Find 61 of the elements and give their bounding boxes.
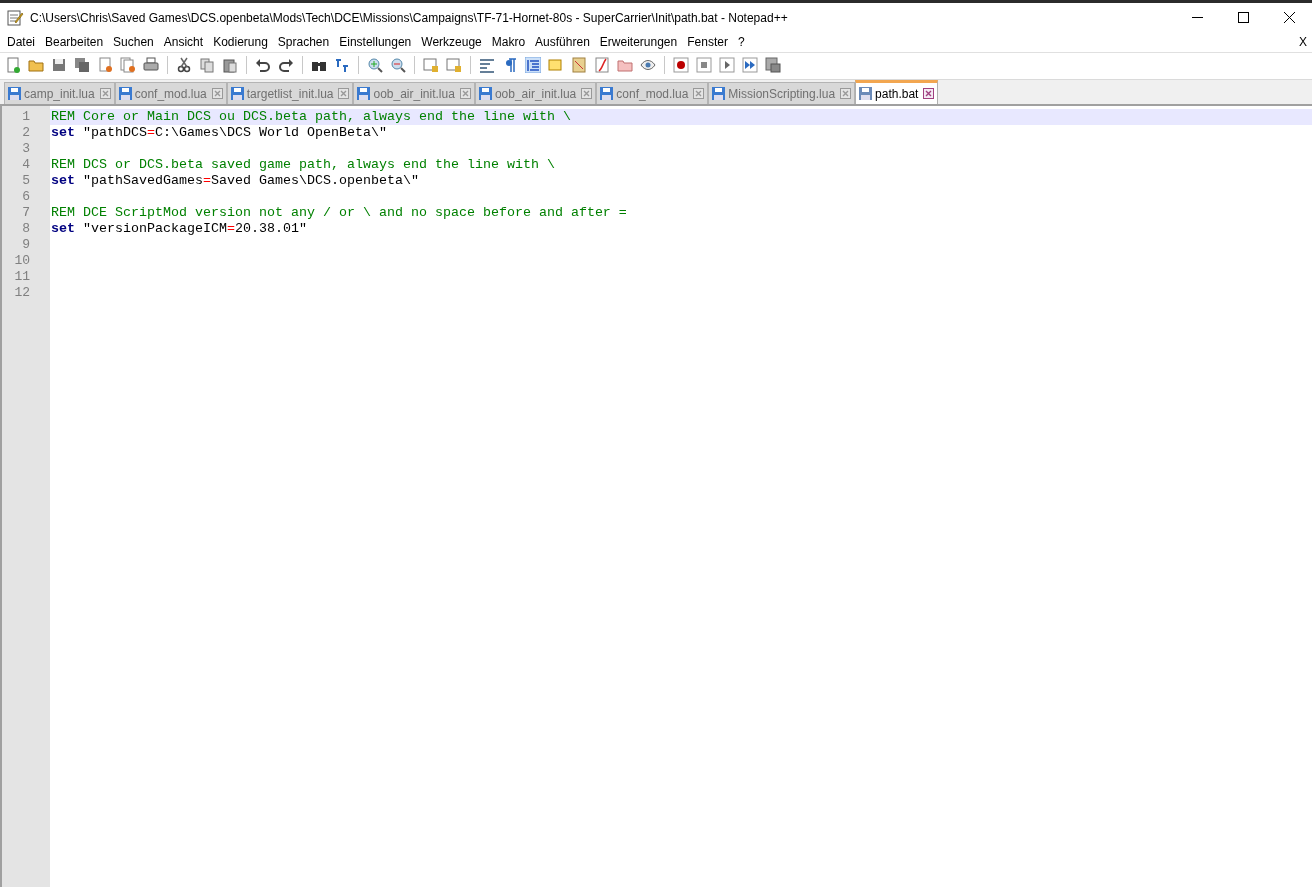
menu-item[interactable]: Erweiterungen <box>594 33 683 51</box>
clipboard-icon[interactable] <box>222 56 238 73</box>
word-wrap-icon[interactable] <box>479 56 495 73</box>
menu-item[interactable]: Makro <box>486 33 531 51</box>
copy-icon[interactable] <box>199 56 215 73</box>
maximize-icon[interactable] <box>1237 12 1249 23</box>
code-line: REM DCE ScriptMod version not any / or \ and no space before and after = <box>51 205 627 220</box>
line-number: 5 <box>21 173 31 189</box>
file-tab[interactable]: oob_air_init.lua <box>353 82 475 104</box>
line-number: 9 <box>21 237 31 253</box>
scissors-icon[interactable] <box>176 56 192 73</box>
menu-item[interactable]: ? <box>732 33 750 51</box>
minimize-icon[interactable] <box>1191 17 1203 18</box>
line-number: 10 <box>13 253 31 269</box>
menu-item[interactable]: Ansicht <box>158 33 209 51</box>
printer-icon[interactable] <box>143 56 159 73</box>
menu-item[interactable]: Datei <box>2 33 40 51</box>
code-line: REM Core or Main DCS ou DCS.beta path, always end the line with \ <box>51 109 571 124</box>
close-icon[interactable] <box>1283 12 1295 23</box>
new-file-icon[interactable] <box>5 56 21 73</box>
zoom-in-icon[interactable] <box>367 56 383 73</box>
menu-item[interactable]: Werkzeuge <box>416 33 487 51</box>
code-line: set "versionPackageICM=20.38.01" <box>51 221 307 236</box>
close-document-button[interactable]: X <box>1299 33 1307 51</box>
zoom-out-icon[interactable] <box>390 56 406 73</box>
line-number: 4 <box>21 157 31 173</box>
stop-icon[interactable] <box>696 56 712 73</box>
line-number: 8 <box>21 221 31 237</box>
file-tab[interactable]: camp_init.lua <box>4 82 115 104</box>
file-tab[interactable]: conf_mod.lua <box>596 82 709 104</box>
menu-item[interactable]: Suchen <box>108 33 159 51</box>
line-number: 1 <box>21 109 31 125</box>
line-number: 7 <box>21 205 31 221</box>
window-title: C:\Users\Chris\Saved Games\DCS.openbeta\Mods\Tech\DCE\Missions\Campaigns\TF-71-Hornet-80s - SuperCarrier\Init\path.bat - Notepad++ <box>30 9 788 27</box>
close-all-icon[interactable] <box>120 56 136 73</box>
play-icon[interactable] <box>719 56 735 73</box>
file-tab[interactable]: conf_mod.lua <box>114 82 227 104</box>
line-number: 12 <box>13 285 31 301</box>
menu-item[interactable]: Bearbeiten <box>40 33 109 51</box>
menu-item[interactable]: Einstellungen <box>334 33 417 51</box>
file-tab[interactable]: oob_air_init.lua <box>474 82 597 104</box>
menu-item[interactable]: Sprachen <box>272 33 335 51</box>
file-tab[interactable]: path.bat <box>855 80 939 104</box>
file-tab[interactable]: targetlist_init.lua <box>226 82 354 104</box>
line-number: 2 <box>21 125 31 141</box>
code-line: REM DCS or DCS.beta saved game path, always end the line with \ <box>51 157 555 172</box>
redo-icon[interactable] <box>278 56 294 73</box>
notepad-icon <box>6 8 24 27</box>
code-line: set "pathSavedGames=Saved Games\DCS.openbeta\" <box>51 173 419 188</box>
indent-guide-icon[interactable] <box>525 56 541 73</box>
fast-forward-icon[interactable] <box>742 56 758 73</box>
file-tab[interactable]: MissionScripting.lua <box>708 82 856 104</box>
line-number: 3 <box>21 141 31 157</box>
menu-item[interactable]: Ausführen <box>530 33 595 51</box>
record-icon[interactable] <box>673 56 689 73</box>
line-number: 11 <box>13 269 31 285</box>
close-file-icon[interactable] <box>97 56 113 73</box>
code-line: set "pathDCS=C:\Games\DCS World OpenBeta\" <box>51 125 387 140</box>
line-number: 6 <box>21 189 31 205</box>
menu-item[interactable]: Kodierung <box>208 33 273 51</box>
menu-item[interactable]: Fenster <box>682 33 733 51</box>
